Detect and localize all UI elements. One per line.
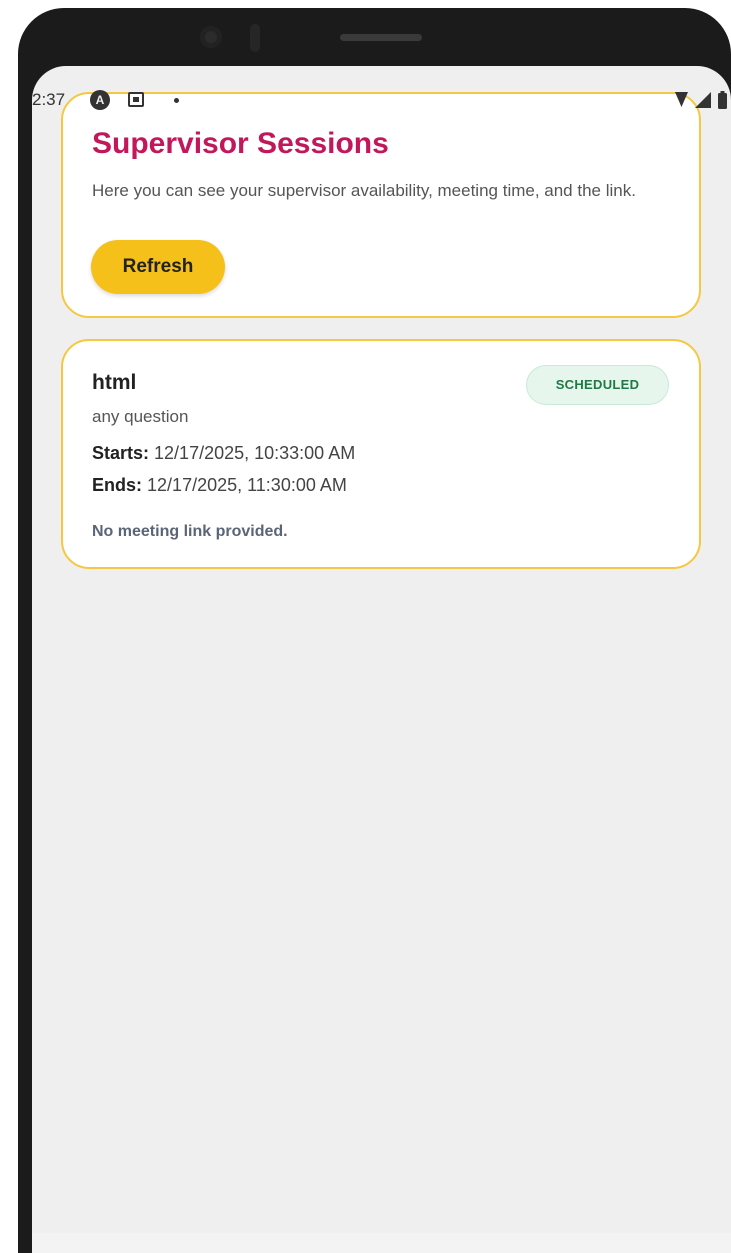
- ends-label: Ends:: [92, 475, 143, 495]
- status-right-icons: [661, 90, 731, 110]
- sensor-icon: [250, 24, 260, 52]
- status-time: 2:37: [32, 90, 66, 109]
- app-screen: 2:37 A Supervisor Sessions Here you can …: [32, 66, 731, 1253]
- starts-label: Starts:: [92, 443, 150, 463]
- ends-value: 12/17/2025, 11:30:00 AM: [147, 475, 347, 495]
- refresh-button[interactable]: Refresh: [91, 240, 225, 294]
- camera-icon: [200, 26, 222, 48]
- battery-icon: [718, 93, 727, 109]
- status-badge: SCHEDULED: [526, 365, 669, 405]
- speaker-grille: [340, 34, 422, 41]
- page-title: Supervisor Sessions: [92, 127, 389, 160]
- session-card: html any question SCHEDULED Starts: 12/1…: [61, 339, 701, 569]
- dot-icon: [174, 98, 179, 103]
- phone-frame: 2:37 A Supervisor Sessions Here you can …: [18, 8, 731, 1253]
- session-title: html: [92, 371, 137, 394]
- starts-value: 12/17/2025, 10:33:00 AM: [154, 443, 356, 463]
- session-end-row: Ends: 12/17/2025, 11:30:00 AM: [92, 475, 347, 496]
- circle-a-icon: A: [90, 90, 110, 110]
- status-bar: 2:37 A: [32, 90, 731, 112]
- wifi-icon: [675, 92, 688, 107]
- supervisor-sessions-card: Supervisor Sessions Here you can see you…: [61, 92, 701, 318]
- session-description: any question: [92, 407, 189, 426]
- session-start-row: Starts: 12/17/2025, 10:33:00 AM: [92, 443, 355, 464]
- signal-icon: [695, 92, 711, 108]
- system-nav-bar: [32, 1233, 731, 1253]
- page-description: Here you can see your supervisor availab…: [92, 181, 636, 200]
- square-notification-icon: [128, 92, 144, 107]
- meeting-link-text: No meeting link provided.: [92, 523, 288, 540]
